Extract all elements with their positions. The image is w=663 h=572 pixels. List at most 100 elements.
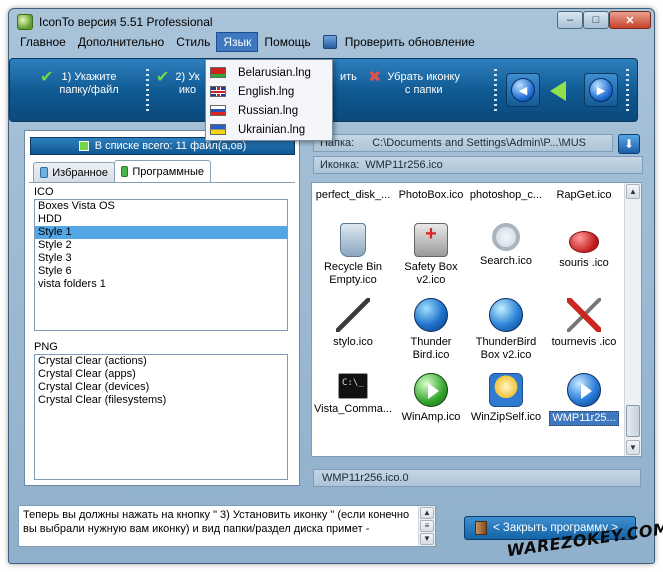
- menu-extra[interactable]: Дополнительно: [72, 33, 170, 51]
- file-count-label: В списке всего: 11 файл(а,ов): [94, 140, 247, 152]
- icon-caption: Vista_Comma...: [314, 403, 392, 415]
- scroll-down-icon[interactable]: ▼: [626, 440, 640, 455]
- play-left-icon: ◀: [511, 78, 535, 102]
- list-item[interactable]: Crystal Clear (actions): [35, 355, 287, 368]
- icon-cell[interactable]: photoshop_c...: [467, 189, 545, 202]
- scroll-down-icon[interactable]: ▼: [420, 533, 434, 545]
- icon-cell[interactable]: stylo.ico: [314, 298, 392, 349]
- menu-main[interactable]: Главное: [14, 33, 72, 51]
- door-exit-icon: [475, 521, 487, 535]
- tab-divider: [29, 182, 295, 183]
- icon-cell[interactable]: Thunder Bird.ico: [392, 298, 470, 362]
- icon-cell[interactable]: perfect_disk_...: [314, 189, 392, 202]
- prev-button[interactable]: ◀: [506, 73, 540, 107]
- menu-check-update[interactable]: Проверить обновление: [339, 33, 481, 51]
- icon-cell[interactable]: RapGet.ico: [545, 189, 623, 202]
- step-select-folder[interactable]: ✔ 1) Укажите папку/файл: [40, 70, 119, 97]
- icon-cell[interactable]: WMP11r25...: [545, 373, 623, 430]
- download-icon: ⬇: [623, 137, 635, 151]
- menu-help[interactable]: Помощь: [258, 33, 316, 51]
- globe-bird-icon: [414, 298, 448, 332]
- remove-line1: Убрать иконку: [387, 71, 460, 83]
- hint-text-box[interactable]: Теперь вы должны нажать на кнопку " 3) У…: [18, 505, 436, 547]
- list-item[interactable]: Style 1: [35, 226, 287, 239]
- icon-caption: WinAmp.ico: [401, 411, 461, 423]
- list-item[interactable]: Boxes Vista OS: [35, 200, 287, 213]
- menu-language[interactable]: Язык: [216, 32, 259, 52]
- remove-icon-button[interactable]: ✖ Убрать иконку с папки: [368, 70, 460, 97]
- icon-cell[interactable]: WinAmp.ico: [392, 373, 470, 424]
- star-icon: [40, 167, 49, 178]
- next-button[interactable]: ▶: [584, 73, 618, 107]
- language-option-russian[interactable]: Russian.lng: [206, 101, 332, 120]
- ico-style-list[interactable]: Boxes Vista OS HDD Style 1 Style 2 Style 3 St…: [34, 199, 288, 331]
- icon-grid-scrollbar[interactable]: ▲ ▼: [624, 183, 641, 456]
- scroll-thumb[interactable]: ≡: [420, 520, 434, 532]
- list-item[interactable]: vista folders 1: [35, 278, 287, 291]
- icon-cell[interactable]: WinZipSelf.ico: [467, 373, 545, 424]
- list-item[interactable]: Crystal Clear (apps): [35, 368, 287, 381]
- play-right-icon: ▶: [589, 78, 613, 102]
- language-option-english[interactable]: English.lng: [206, 82, 332, 101]
- maximize-button[interactable]: □: [583, 11, 609, 29]
- list-item[interactable]: Style 6: [35, 265, 287, 278]
- icon-cell[interactable]: tournevis .ico: [545, 298, 623, 349]
- list-item[interactable]: Crystal Clear (devices): [35, 381, 287, 394]
- menu-bar: Главное Дополнительно Стиль Язык Помощь …: [14, 32, 481, 52]
- icon-caption: Empty.ico: [329, 274, 377, 286]
- list-item[interactable]: HDD: [35, 213, 287, 226]
- tab-programs[interactable]: Программные: [114, 160, 211, 182]
- icon-caption: v2.ico: [416, 274, 446, 286]
- tab-favorites[interactable]: Избранное: [33, 162, 115, 182]
- icon-cell[interactable]: C:\_ Vista_Comma...: [314, 373, 392, 416]
- window-title: IconTo версия 5.51 Professional: [39, 15, 213, 29]
- language-option-ukrainian[interactable]: Ukrainian.lng: [206, 120, 332, 139]
- icon-caption: Bird.ico: [412, 349, 450, 361]
- tab-favorites-label: Избранное: [52, 166, 108, 179]
- close-button[interactable]: ✕: [609, 11, 651, 29]
- tab-programs-label: Программные: [132, 165, 204, 178]
- scroll-up-icon[interactable]: ▲: [420, 507, 434, 519]
- step2-line2: ико: [178, 84, 197, 96]
- scroll-up-icon[interactable]: ▲: [626, 184, 640, 199]
- command-prompt-icon: C:\_: [338, 373, 368, 399]
- language-option-belarusian[interactable]: Belarusian.lng: [206, 63, 332, 82]
- download-button[interactable]: ⬇: [618, 134, 640, 154]
- icon-cell[interactable]: PhotoBox.ico: [392, 189, 470, 202]
- lang-label: Russian.lng: [238, 104, 299, 117]
- icon-caption: perfect_disk_...: [315, 189, 391, 201]
- hint-text: Теперь вы должны нажать на кнопку " 3) У…: [23, 509, 410, 535]
- icon-caption: Box v2.ico: [480, 349, 532, 361]
- separator: [626, 69, 629, 113]
- list-item[interactable]: Crystal Clear (filesystems): [35, 394, 287, 407]
- minimize-button[interactable]: –: [557, 11, 583, 29]
- png-group-label: PNG: [34, 341, 58, 353]
- list-item[interactable]: Style 3: [35, 252, 287, 265]
- scroll-thumb[interactable]: [626, 405, 640, 437]
- step-select-icon[interactable]: ✔ 2) Ук ико: [156, 70, 200, 97]
- remove-line2: с папки: [404, 84, 443, 96]
- globe-box-icon: [489, 298, 523, 332]
- ukraine-flag-icon: [210, 124, 226, 135]
- list-icon: [78, 141, 89, 151]
- app-logo-icon: [17, 14, 33, 30]
- step-set-icon[interactable]: ить: [340, 71, 357, 84]
- icon-cell[interactable]: souris .ico: [545, 223, 623, 270]
- png-style-list[interactable]: Crystal Clear (actions) Crystal Clear (ap…: [34, 354, 288, 480]
- icon-cell[interactable]: Recycle Bin Empty.ico: [314, 223, 392, 287]
- hint-scrollbar[interactable]: ▲ ≡ ▼: [418, 506, 435, 546]
- icon-caption: souris .ico: [559, 257, 609, 269]
- icon-cell[interactable]: ThunderBird Box v2.ico: [467, 298, 545, 362]
- icon-cell[interactable]: Safety Boxv2.ico: [392, 223, 470, 287]
- icon-caption: photoshop_c...: [469, 189, 543, 201]
- icon-cell[interactable]: Search.ico: [467, 223, 545, 268]
- arrow-left-icon[interactable]: [550, 81, 566, 101]
- icon-caption: Search.ico: [480, 255, 532, 267]
- separator: [494, 69, 497, 113]
- selected-file-field: WMP11r256.ico.0: [313, 469, 641, 487]
- step2-line1: 2) Ук: [175, 71, 200, 83]
- pen-icon: [336, 298, 370, 332]
- menu-style[interactable]: Стиль: [170, 33, 216, 51]
- list-item[interactable]: Style 2: [35, 239, 287, 252]
- icon-grid[interactable]: ▲ ▼ perfect_disk_... PhotoBox.ico photosho…: [311, 182, 642, 457]
